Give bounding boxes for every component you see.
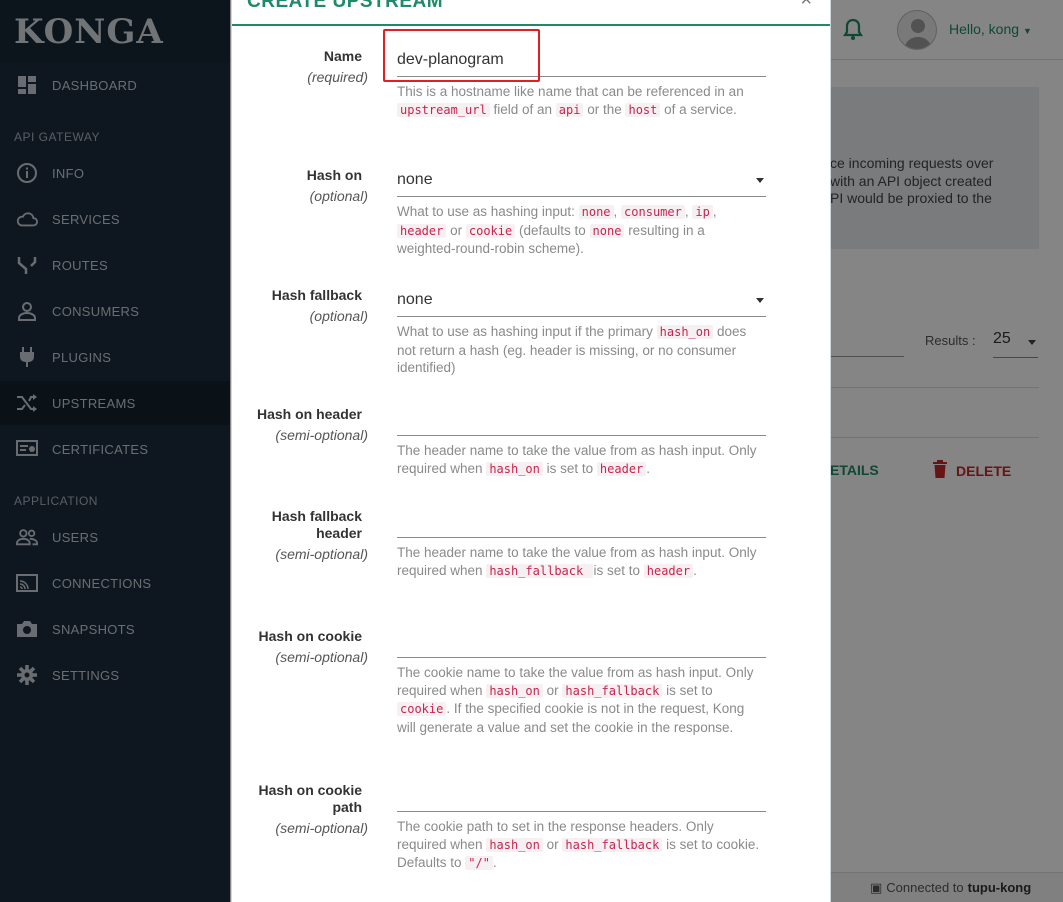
hash-fallback-value: none (397, 291, 433, 308)
help-hash-on-cookie: The cookie name to take the value from a… (397, 665, 754, 735)
field-label-hash-on-cookie: Hash on cookie (258, 628, 362, 644)
field-label-name: Name (323, 48, 362, 64)
help-name: This is a hostname like name that can be… (397, 84, 744, 117)
field-label-hash-on-cookie-path: Hash on cookie path (258, 782, 362, 815)
hash-fallback-select[interactable]: none (397, 285, 766, 317)
field-label-hash-on: Hash on (306, 167, 362, 183)
hash-on-value: none (397, 171, 433, 188)
hash-on-header-input[interactable] (397, 404, 766, 436)
modal-title: CREATE UPSTREAM (247, 0, 444, 12)
caret-down-icon (756, 298, 764, 303)
header-divider (232, 24, 830, 26)
field-sub-hash-fallback: (optional) (309, 308, 368, 324)
help-hash-on-header: The header name to take the value from a… (397, 443, 757, 476)
create-upstream-modal: CREATE UPSTREAM × Name (required) dev-pl… (231, 0, 831, 902)
caret-down-icon (756, 178, 764, 183)
hash-on-select[interactable]: none (397, 165, 766, 197)
field-sub-hash-on: (optional) (309, 188, 368, 204)
hash-on-cookie-path-input[interactable] (397, 780, 766, 812)
hash-fallback-header-input[interactable] (397, 506, 766, 538)
name-field-highlight (383, 29, 540, 82)
close-icon[interactable]: × (800, 0, 812, 12)
hash-on-cookie-input[interactable] (397, 626, 766, 658)
help-hash-fallback: What to use as hashing input if the prim… (397, 324, 747, 375)
field-label-hash-fallback: Hash fallback (271, 287, 362, 303)
field-sub-hash-on-cookie-path: (semi-optional) (275, 820, 368, 836)
field-sub-hash-on-cookie: (semi-optional) (275, 649, 368, 665)
help-hash-on: What to use as hashing input: none, cons… (397, 204, 717, 256)
field-sub-hash-fallback-header: (semi-optional) (275, 546, 368, 562)
field-sub-hash-on-header: (semi-optional) (275, 427, 368, 443)
field-label-hash-on-header: Hash on header (256, 406, 362, 422)
help-hash-fallback-header: The header name to take the value from a… (397, 545, 757, 578)
field-label-hash-fallback-header: Hash fallback header (271, 508, 362, 541)
field-sub-name: (required) (307, 69, 368, 85)
help-hash-on-cookie-path: The cookie path to set in the response h… (397, 819, 760, 870)
